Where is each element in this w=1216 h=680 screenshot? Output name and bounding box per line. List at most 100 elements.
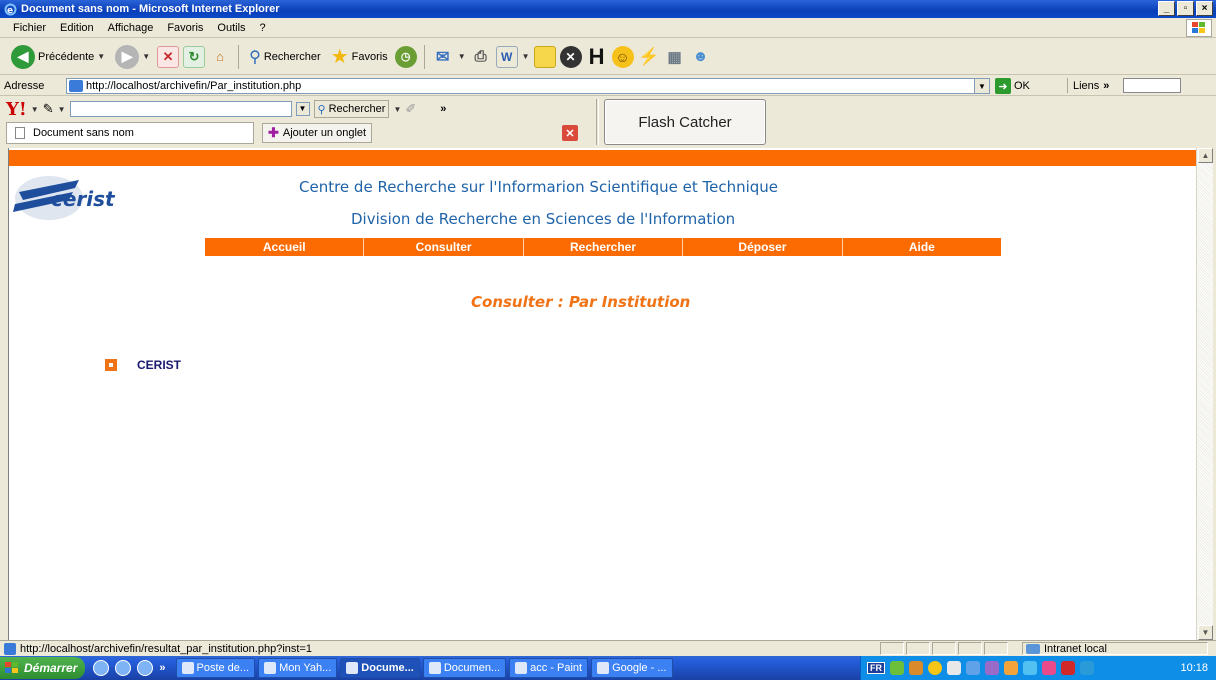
links-button[interactable]: Liens » xyxy=(1067,78,1182,93)
back-label: Précédente xyxy=(38,50,95,63)
tab-document[interactable]: Document sans nom xyxy=(6,122,254,144)
address-dropdown-icon[interactable]: ▼ xyxy=(974,78,990,94)
dropdown-caret-icon[interactable]: ▼ xyxy=(522,52,530,61)
security-zone[interactable]: Intranet local xyxy=(1022,642,1208,655)
yahoo-search-button[interactable]: ⚲ Rechercher xyxy=(313,100,390,118)
start-label: Démarrer xyxy=(24,661,78,675)
window-title: Document sans nom - Microsoft Internet E… xyxy=(21,3,280,15)
highlight-icon[interactable]: ✐ xyxy=(405,101,416,117)
h-tool-icon[interactable]: H xyxy=(586,44,608,69)
heading1-text: Centre de Recherche sur l'Informarion Sc… xyxy=(299,178,779,196)
nav-aide[interactable]: Aide xyxy=(843,238,1001,256)
scroll-up-icon[interactable]: ▲ xyxy=(1198,148,1213,163)
dropdown-caret-icon[interactable]: ▼ xyxy=(142,52,150,61)
institution-link[interactable]: CERIST xyxy=(137,358,181,372)
search-button[interactable]: ⚲ Rechercher xyxy=(246,47,324,67)
yahoo-logo-icon[interactable]: Y! xyxy=(6,99,27,120)
research-icon[interactable]: ▦ xyxy=(664,46,686,68)
chevron-right-icon[interactable]: » xyxy=(440,103,446,115)
nav-consulter[interactable]: Consulter xyxy=(364,238,524,256)
refresh-icon[interactable]: ↻ xyxy=(183,45,206,68)
menu-affichage[interactable]: Affichage xyxy=(101,22,161,34)
minimize-button[interactable]: _ xyxy=(1158,1,1175,16)
menu-outils[interactable]: Outils xyxy=(210,22,252,34)
task-button[interactable]: Google - ... xyxy=(591,658,673,678)
tray-icon[interactable] xyxy=(985,661,999,675)
mail-icon[interactable]: ✉ xyxy=(432,46,454,68)
menu-edition[interactable]: Edition xyxy=(53,22,101,34)
dropdown-caret-icon[interactable]: ▼ xyxy=(58,105,66,114)
dropdown-caret-icon[interactable]: ▼ xyxy=(97,52,105,61)
status-text: http://localhost/archivefin/resultat_par… xyxy=(20,642,312,655)
system-tray: FR 10:18 xyxy=(860,656,1216,680)
nav-rechercher[interactable]: Rechercher xyxy=(524,238,684,256)
flash-catcher-button[interactable]: Flash Catcher xyxy=(604,99,766,145)
task-button[interactable]: Poste de... xyxy=(175,658,256,678)
dropdown-caret-icon[interactable]: ▼ xyxy=(31,105,39,114)
task-button[interactable]: Mon Yah... xyxy=(258,658,338,678)
vertical-scrollbar[interactable]: ▲ ▼ xyxy=(1196,148,1213,640)
add-tab-button[interactable]: ✚ Ajouter un onglet xyxy=(262,123,373,143)
menu-fichier[interactable]: Fichier xyxy=(6,22,53,34)
forward-button[interactable]: ▶ ▼ xyxy=(112,44,153,69)
bullet-icon xyxy=(105,359,117,371)
sticky-note-icon[interactable] xyxy=(533,45,556,68)
go-button[interactable]: ➜ OK xyxy=(995,78,1030,94)
task-button[interactable]: acc - Paint xyxy=(509,658,589,678)
toolbar-separator xyxy=(238,44,240,69)
quicklaunch-icon[interactable] xyxy=(93,660,110,676)
tray-icon[interactable] xyxy=(966,661,980,675)
dropdown-caret-icon[interactable]: ▼ xyxy=(458,52,466,61)
menu-help[interactable]: ? xyxy=(253,22,273,34)
menu-favoris[interactable]: Favoris xyxy=(160,22,210,34)
tray-icon[interactable] xyxy=(947,661,961,675)
address-input[interactable]: http://localhost/archivefin/Par_institut… xyxy=(66,78,990,94)
task-button[interactable]: Docume... xyxy=(340,658,420,678)
quicklaunch-icon[interactable] xyxy=(115,660,132,676)
task-button[interactable]: Documen... xyxy=(422,658,507,678)
language-indicator[interactable]: FR xyxy=(867,662,885,674)
nav-accueil[interactable]: Accueil xyxy=(205,238,365,256)
clock[interactable]: 10:18 xyxy=(1180,662,1208,674)
favorites-button[interactable]: ★ Favoris xyxy=(328,44,391,69)
start-button[interactable]: Démarrer xyxy=(0,657,86,679)
stop-icon[interactable]: ✕ xyxy=(157,45,180,68)
address-url: http://localhost/archivefin/Par_institut… xyxy=(86,80,302,92)
windows-flag-icon xyxy=(1186,19,1212,37)
task-label: Mon Yah... xyxy=(279,662,332,674)
back-button[interactable]: ◀ Précédente ▼ xyxy=(8,44,108,69)
dropdown-caret-icon[interactable]: ▼ xyxy=(393,105,401,114)
quicklaunch-more[interactable]: » xyxy=(159,662,165,674)
pencil-icon[interactable]: ✎ xyxy=(43,101,54,117)
status-cell xyxy=(958,642,982,655)
tray-icon[interactable] xyxy=(1023,661,1037,675)
tray-icon[interactable] xyxy=(1080,661,1094,675)
tray-icon[interactable] xyxy=(890,661,904,675)
close-button[interactable]: × xyxy=(1196,1,1213,16)
dropdown-caret-icon[interactable]: ▼ xyxy=(295,102,310,116)
messenger-icon[interactable]: ☻ xyxy=(690,46,712,68)
maximize-button[interactable]: ▫ xyxy=(1177,1,1194,16)
home-icon[interactable]: ⌂ xyxy=(209,46,231,68)
tray-icon[interactable] xyxy=(1061,661,1075,675)
print-icon[interactable]: ⎙ xyxy=(470,46,492,68)
close-tab-icon[interactable]: ✕ xyxy=(562,125,578,141)
nav-deposer[interactable]: Déposer xyxy=(683,238,843,256)
cerist-logo[interactable]: cerist xyxy=(9,170,165,222)
word-edit-icon[interactable]: W xyxy=(495,45,518,68)
tray-icon[interactable] xyxy=(928,661,942,675)
tray-icon[interactable] xyxy=(909,661,923,675)
status-bar: http://localhost/archivefin/resultat_par… xyxy=(0,640,1216,656)
header-strip xyxy=(9,150,1196,166)
smiley-icon[interactable]: ☺ xyxy=(611,45,634,68)
scroll-down-icon[interactable]: ▼ xyxy=(1198,625,1213,640)
close-circle-icon[interactable]: ✕ xyxy=(559,45,582,68)
title-bar[interactable]: e Document sans nom - Microsoft Internet… xyxy=(0,0,1216,18)
tray-icon[interactable] xyxy=(1042,661,1056,675)
yahoo-search-input[interactable] xyxy=(69,101,292,117)
task-list: Poste de... Mon Yah... Docume... Documen… xyxy=(175,658,673,678)
tray-icon[interactable] xyxy=(1004,661,1018,675)
history-icon[interactable]: ◷ xyxy=(394,45,417,68)
lightning-icon[interactable]: ⚡ xyxy=(638,46,660,68)
quicklaunch-icon[interactable] xyxy=(137,660,154,676)
